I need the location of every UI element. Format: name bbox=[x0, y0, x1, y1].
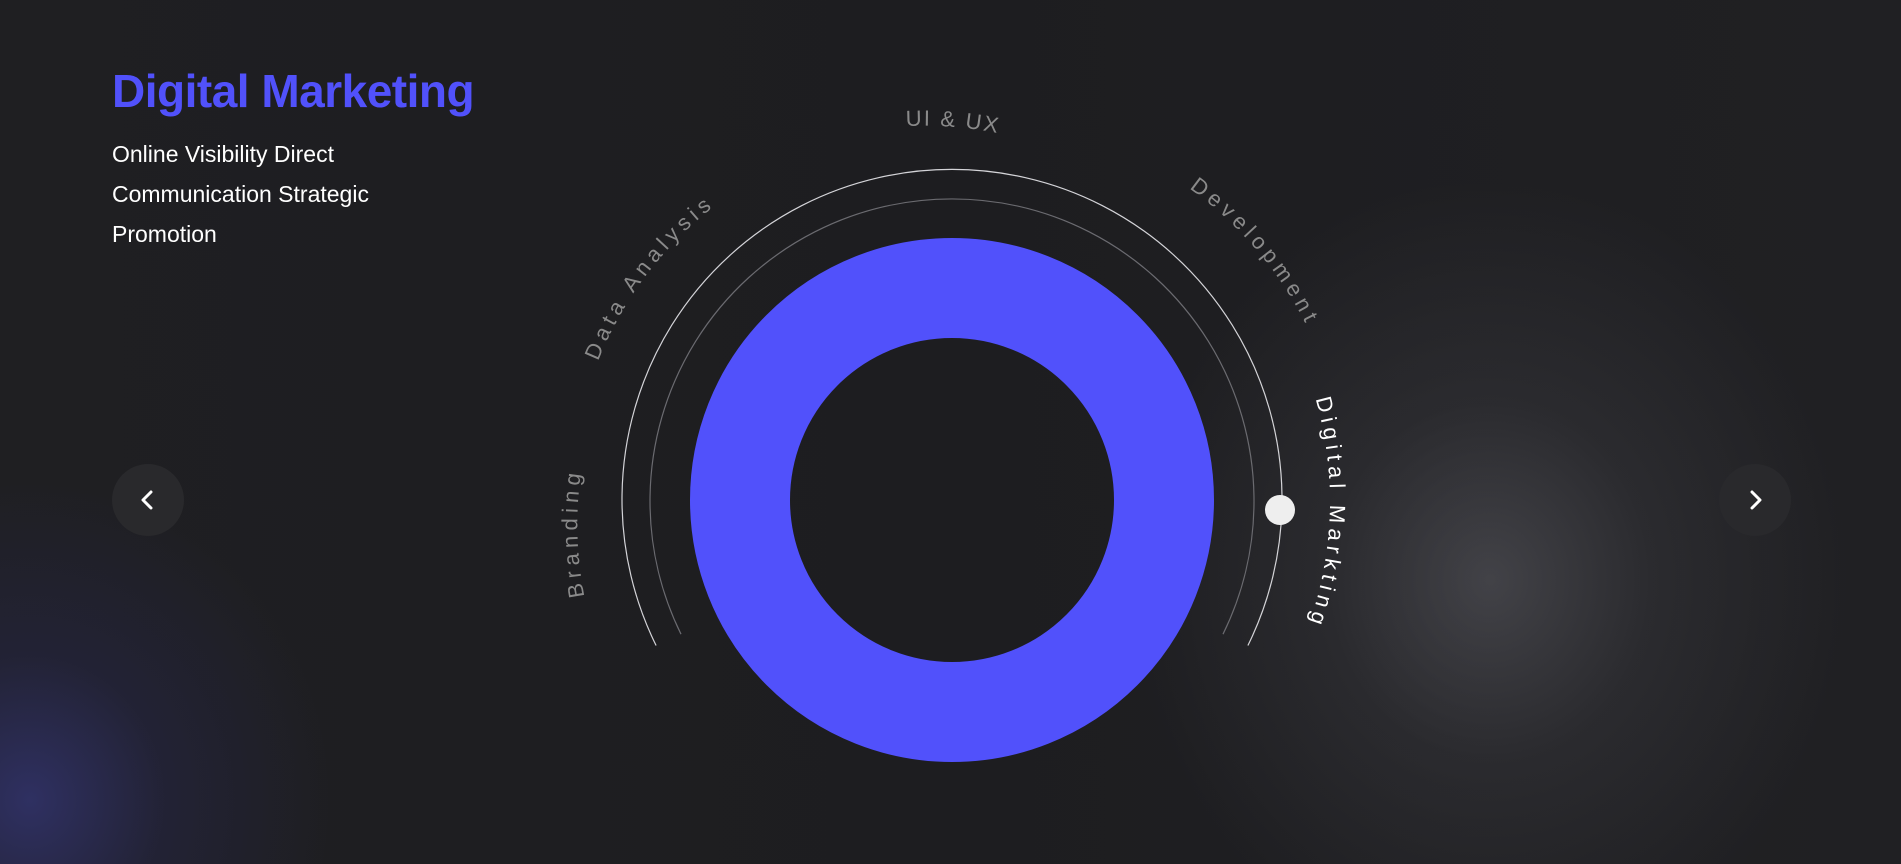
segment-ui-ux[interactable]: UI & UX bbox=[905, 106, 1002, 139]
service-slider: Digital Marketing Online Visibility Dire… bbox=[0, 0, 1901, 864]
service-wheel: Branding Data Analysis UI & UX Developme… bbox=[557, 106, 1350, 762]
segment-branding[interactable]: Branding bbox=[557, 467, 589, 601]
segment-digital-marketing[interactable]: Digital Markting bbox=[1303, 394, 1350, 633]
segment-development[interactable]: Development bbox=[1186, 172, 1325, 330]
active-indicator-dot bbox=[1265, 495, 1295, 525]
main-donut bbox=[690, 238, 1214, 762]
